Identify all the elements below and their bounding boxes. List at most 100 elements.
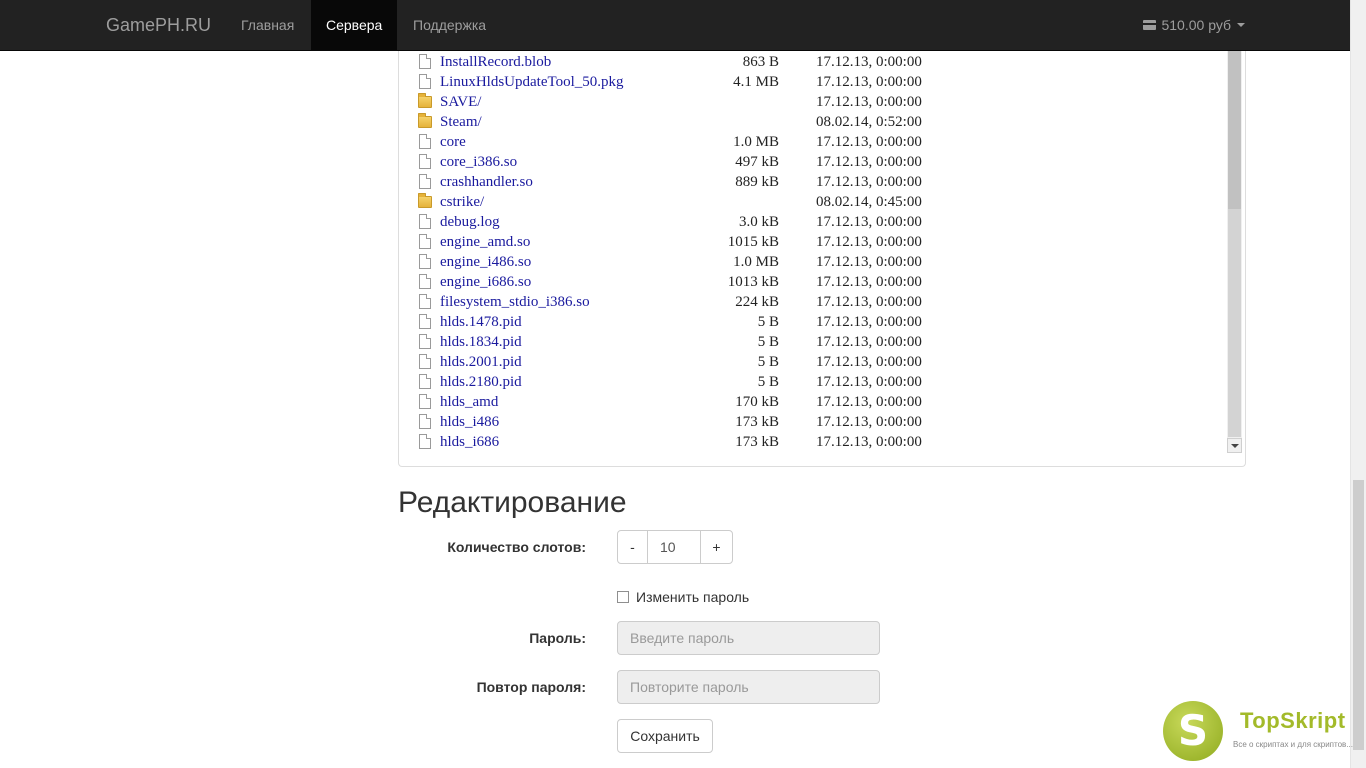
- scroll-down-arrow-icon[interactable]: [1227, 438, 1242, 453]
- folder-icon: [418, 93, 432, 108]
- password-repeat-input[interactable]: Повторите пароль: [617, 670, 880, 704]
- save-button[interactable]: Сохранить: [617, 719, 713, 753]
- file-icon: [419, 54, 431, 69]
- file-name-link[interactable]: core_i386.so: [440, 152, 517, 172]
- file-name-link[interactable]: crashhandler.so: [440, 172, 533, 192]
- topskript-logo: S: [1163, 701, 1223, 761]
- slots-input[interactable]: 10: [648, 530, 700, 564]
- file-date: 17.12.13, 0:00:00: [816, 214, 922, 230]
- password-repeat-label: Повтор пароля:: [476, 679, 586, 695]
- file-row[interactable]: engine_i486.so 1.0 MB 17.12.13, 0:00:00: [399, 252, 1227, 272]
- file-icon: [419, 394, 431, 409]
- file-size: 5 B: [757, 354, 779, 370]
- file-row[interactable]: InstallRecord.blob 863 B 17.12.13, 0:00:00: [399, 52, 1227, 72]
- file-icon: [419, 214, 431, 229]
- file-name-link[interactable]: LinuxHldsUpdateTool_50.pkg: [440, 72, 624, 92]
- file-size: 5 B: [757, 334, 779, 350]
- slots-increment-button[interactable]: +: [700, 530, 733, 564]
- file-size: 1.0 MB: [733, 134, 779, 150]
- file-row[interactable]: hlds_amd 170 kB 17.12.13, 0:00:00: [399, 392, 1227, 412]
- file-date: 17.12.13, 0:00:00: [816, 374, 922, 390]
- file-name-link[interactable]: InstallRecord.blob: [440, 52, 551, 72]
- file-name-link[interactable]: engine_i686.so: [440, 272, 531, 292]
- file-name-link[interactable]: engine_amd.so: [440, 232, 530, 252]
- change-password-row: Изменить пароль: [617, 587, 749, 607]
- file-date: 17.12.13, 0:00:00: [816, 254, 922, 270]
- file-date: 17.12.13, 0:00:00: [816, 294, 922, 310]
- nav-home[interactable]: Главная: [226, 0, 309, 50]
- file-row[interactable]: core 1.0 MB 17.12.13, 0:00:00: [399, 132, 1227, 152]
- balance-dropdown[interactable]: 510.00 руб: [1143, 0, 1245, 50]
- file-name-link[interactable]: cstrike/: [440, 192, 484, 212]
- brand-logo[interactable]: GamePH.RU: [106, 15, 211, 35]
- file-name-link[interactable]: hlds_i486: [440, 412, 499, 432]
- file-size: 889 kB: [735, 174, 779, 190]
- file-row[interactable]: crashhandler.so 889 kB 17.12.13, 0:00:00: [399, 172, 1227, 192]
- file-row[interactable]: hlds.1478.pid 5 B 17.12.13, 0:00:00: [399, 312, 1227, 332]
- file-size: 863 B: [742, 54, 779, 70]
- file-name-link[interactable]: engine_i486.so: [440, 252, 531, 272]
- file-icon: [419, 334, 431, 349]
- file-list-scrollbar[interactable]: [1227, 51, 1242, 453]
- folder-row[interactable]: cstrike/08.02.14, 0:45:00: [399, 192, 1227, 212]
- folder-row[interactable]: Steam/08.02.14, 0:52:00: [399, 112, 1227, 132]
- watermark-letter: S: [1177, 706, 1209, 755]
- file-row[interactable]: hlds.2180.pid 5 B 17.12.13, 0:00:00: [399, 372, 1227, 392]
- file-date: 17.12.13, 0:00:00: [816, 394, 922, 410]
- file-row[interactable]: filesystem_stdio_i386.so 224 kB 17.12.13, …: [399, 292, 1227, 312]
- file-size: 173 kB: [735, 434, 779, 450]
- file-row[interactable]: hlds.2001.pid 5 B 17.12.13, 0:00:00: [399, 352, 1227, 372]
- file-row[interactable]: hlds.1834.pid 5 B 17.12.13, 0:00:00: [399, 332, 1227, 352]
- watermark-title: TopSkript: [1240, 708, 1346, 733]
- file-date: 08.02.14, 0:52:00: [816, 114, 922, 130]
- file-name-link[interactable]: debug.log: [440, 212, 500, 232]
- file-date: 17.12.13, 0:00:00: [816, 414, 922, 430]
- file-size: 173 kB: [735, 414, 779, 430]
- file-name-link[interactable]: hlds.2180.pid: [440, 372, 522, 392]
- scrollbar-thumb[interactable]: [1228, 51, 1241, 209]
- page-scrollbar[interactable]: [1350, 0, 1366, 768]
- file-name-link[interactable]: filesystem_stdio_i386.so: [440, 292, 590, 312]
- file-size: 1015 kB: [727, 234, 779, 250]
- file-size: 1.0 MB: [733, 254, 779, 270]
- file-size: 4.1 MB: [733, 74, 779, 90]
- nav-support[interactable]: Поддержка: [398, 0, 501, 50]
- file-date: 17.12.13, 0:00:00: [816, 174, 922, 190]
- slots-label: Количество слотов:: [447, 539, 586, 555]
- file-icon: [419, 174, 431, 189]
- file-name-link[interactable]: hlds.1478.pid: [440, 312, 522, 332]
- file-icon: [419, 434, 431, 449]
- file-row[interactable]: core_i386.so 497 kB 17.12.13, 0:00:00: [399, 152, 1227, 172]
- file-name-link[interactable]: core: [440, 132, 466, 152]
- file-icon: [419, 274, 431, 289]
- topskript-watermark: S TopSkript Все о скриптах и для скрипто…: [1163, 700, 1353, 762]
- file-name-link[interactable]: hlds.2001.pid: [440, 352, 522, 372]
- credit-card-icon: [1143, 20, 1157, 30]
- page-scrollbar-thumb[interactable]: [1353, 480, 1364, 750]
- file-icon: [419, 374, 431, 389]
- file-row[interactable]: LinuxHldsUpdateTool_50.pkg 4.1 MB 17.12.13…: [399, 72, 1227, 92]
- nav-servers[interactable]: Сервера: [311, 0, 398, 50]
- file-row[interactable]: hlds_i486 173 kB 17.12.13, 0:00:00: [399, 412, 1227, 432]
- file-row[interactable]: engine_i686.so 1013 kB 17.12.13, 0:00:00: [399, 272, 1227, 292]
- change-password-label[interactable]: Изменить пароль: [636, 587, 749, 607]
- file-name-link[interactable]: Steam/: [440, 112, 482, 132]
- slots-stepper: - 10 +: [617, 530, 733, 564]
- file-name-link[interactable]: hlds_amd: [440, 392, 498, 412]
- file-row[interactable]: engine_amd.so 1015 kB 17.12.13, 0:00:00: [399, 232, 1227, 252]
- scrollbar-track[interactable]: [1228, 209, 1241, 437]
- file-row[interactable]: debug.log 3.0 kB 17.12.13, 0:00:00: [399, 212, 1227, 232]
- folder-icon: [418, 193, 432, 208]
- file-name-link[interactable]: hlds.1834.pid: [440, 332, 522, 352]
- folder-row[interactable]: SAVE/17.12.13, 0:00:00: [399, 92, 1227, 112]
- file-name-link[interactable]: SAVE/: [440, 92, 481, 112]
- file-size: 224 kB: [735, 294, 779, 310]
- file-date: 17.12.13, 0:00:00: [816, 154, 922, 170]
- slots-decrement-button[interactable]: -: [617, 530, 648, 564]
- caret-down-icon: [1237, 23, 1245, 27]
- change-password-checkbox[interactable]: [617, 591, 629, 603]
- file-date: 17.12.13, 0:00:00: [816, 274, 922, 290]
- password-input[interactable]: Введите пароль: [617, 621, 880, 655]
- file-name-link[interactable]: hlds_i686: [440, 432, 499, 452]
- file-row[interactable]: hlds_i686 173 kB 17.12.13, 0:00:00: [399, 432, 1227, 452]
